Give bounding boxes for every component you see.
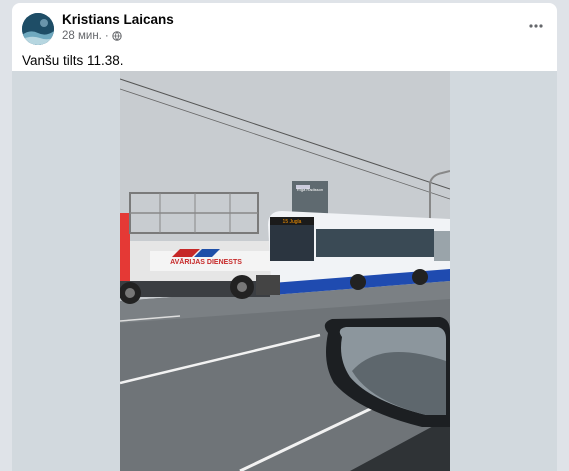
meta-separator: · [104,30,109,42]
more-options-icon [529,24,543,28]
more-options-button[interactable] [525,17,547,35]
post-photo[interactable]: Rīga Radisson AVĀRIJAS DIENESTS 15 Jugla [120,71,450,471]
truck-text: AVĀRIJAS DIENESTS [170,258,242,266]
post-meta: 28 мин. · [62,30,122,42]
building-sign: Rīga Radisson [297,187,323,192]
post-time[interactable]: 28 мин. [62,30,102,42]
avatar-image [22,13,54,45]
globe-icon[interactable] [112,31,122,41]
post-caption: Vanšu tilts 11.38. [22,53,124,68]
author-name[interactable]: Kristians Laicans [62,12,174,27]
bus-destination: 15 Jugla [283,219,302,225]
post-card: Kristians Laicans 28 мин. · Vanšu tilts … [12,3,557,471]
avatar[interactable] [22,13,54,45]
post-media: Rīga Radisson AVĀRIJAS DIENESTS 15 Jugla [12,71,557,471]
